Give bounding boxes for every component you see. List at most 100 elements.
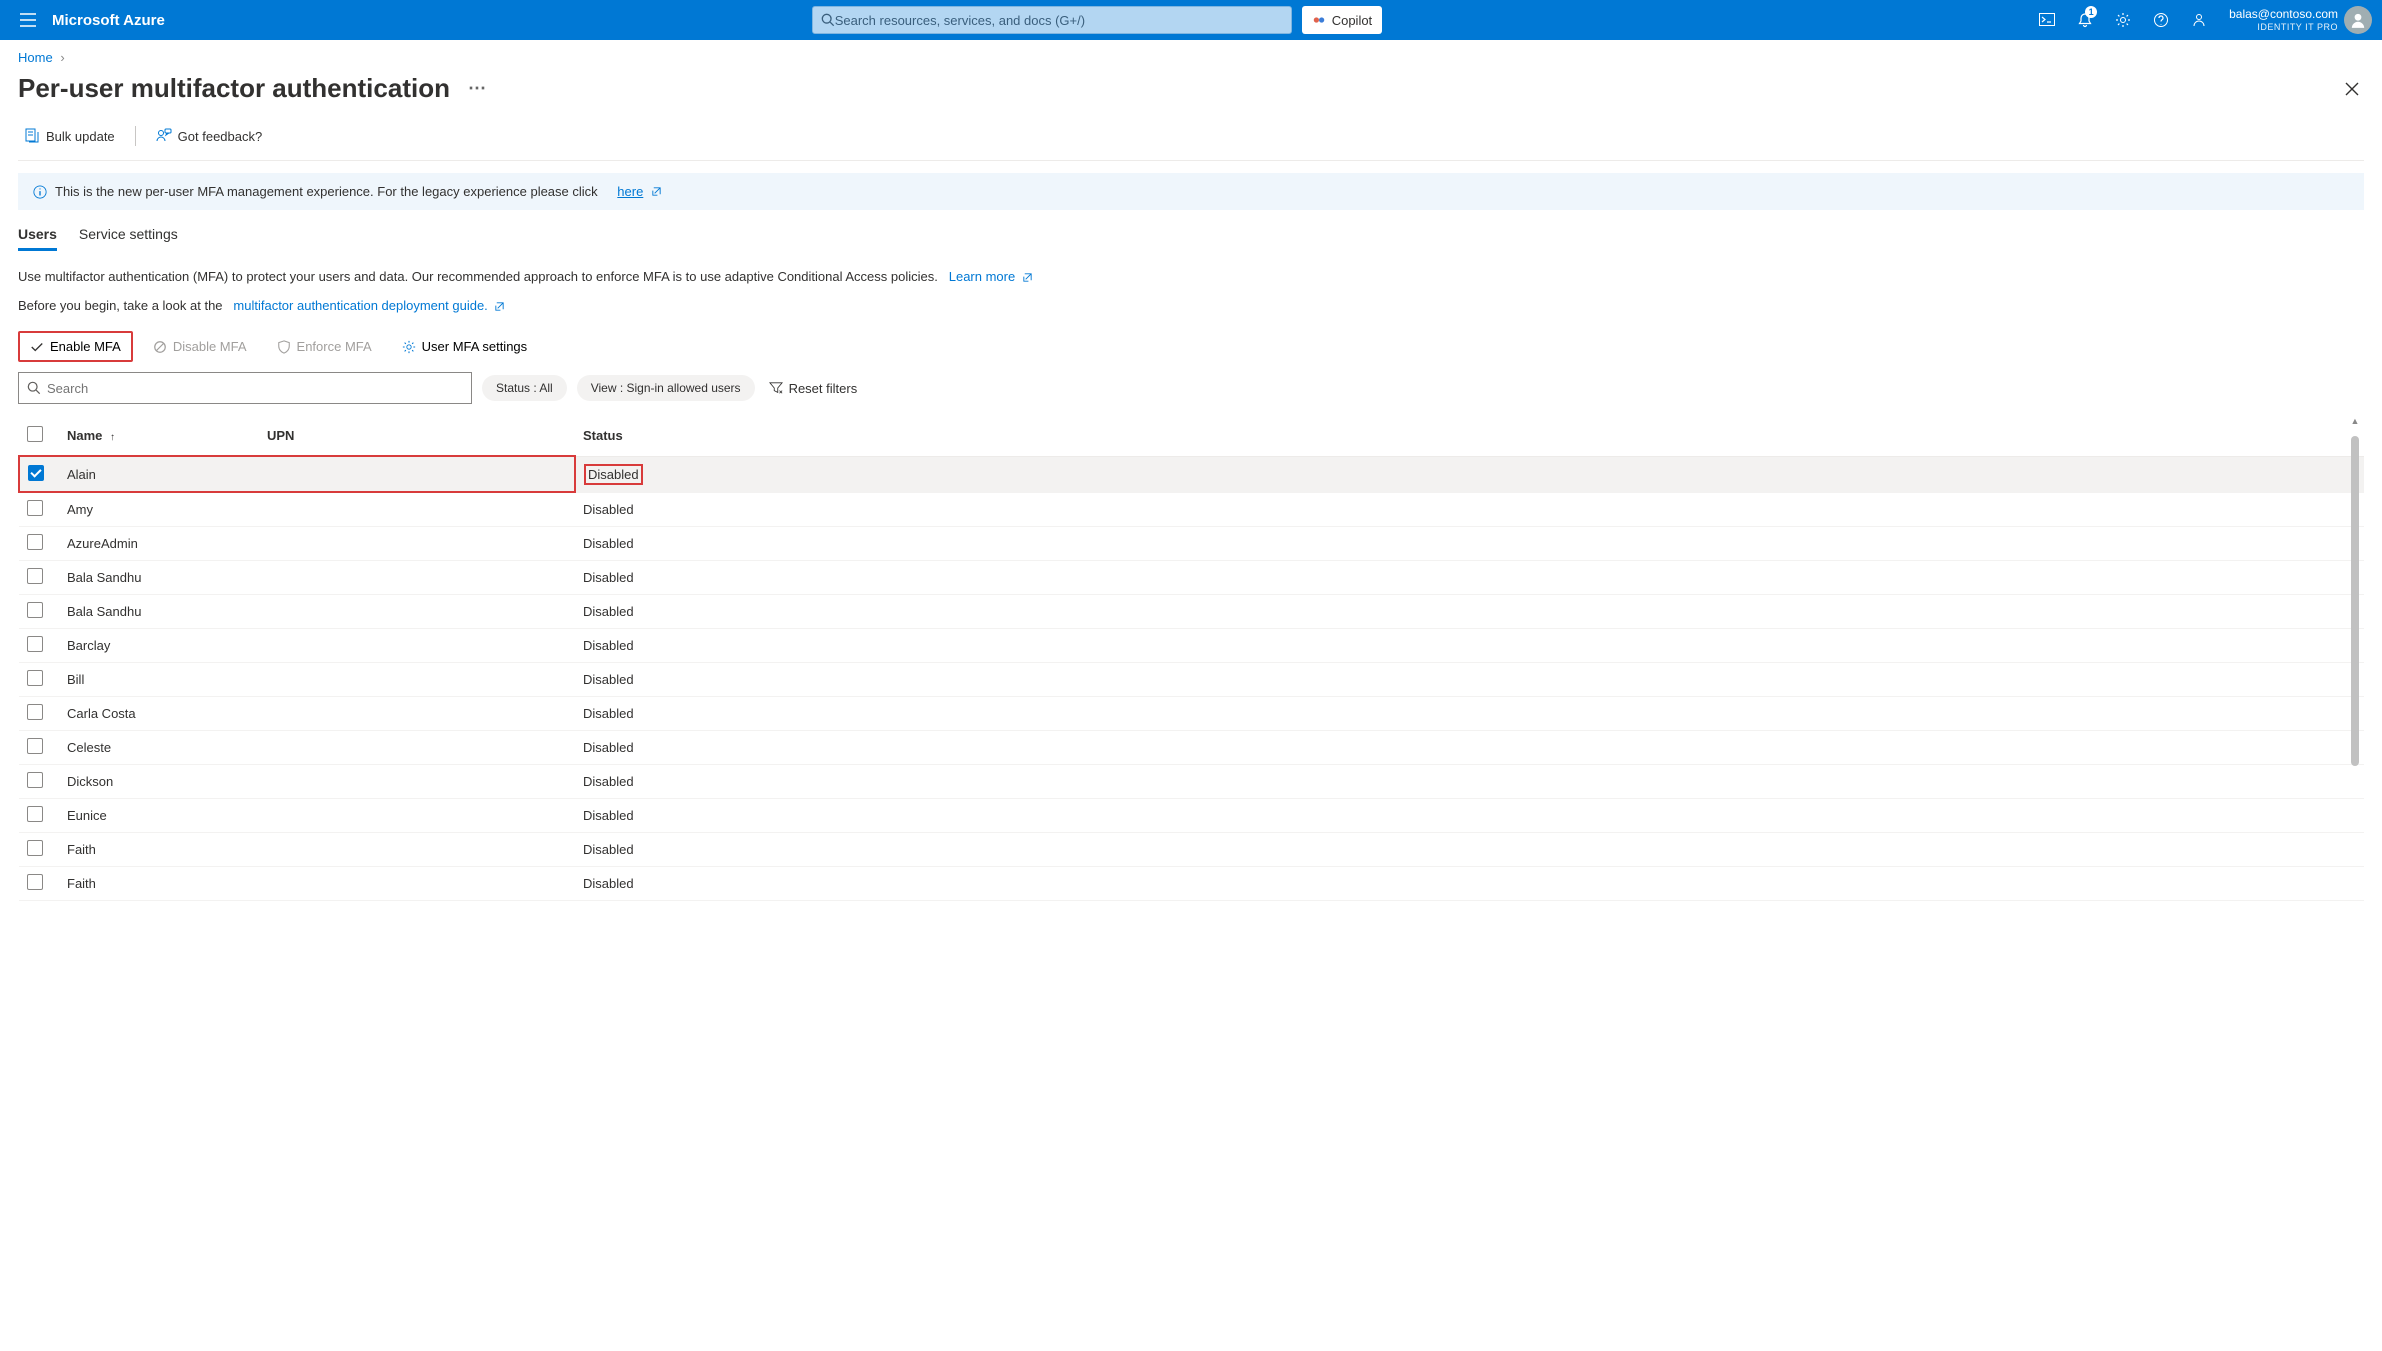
row-checkbox[interactable] bbox=[27, 670, 43, 686]
header-upn[interactable]: UPN bbox=[259, 416, 575, 456]
notifications-icon[interactable]: 1 bbox=[2067, 2, 2103, 38]
external-link-icon bbox=[651, 186, 662, 197]
row-checkbox[interactable] bbox=[27, 806, 43, 822]
row-checkbox[interactable] bbox=[27, 534, 43, 550]
row-name-cell: Faith bbox=[59, 867, 259, 901]
header-status[interactable]: Status bbox=[575, 416, 2364, 456]
reset-filters-button[interactable]: Reset filters bbox=[769, 381, 858, 396]
copilot-label: Copilot bbox=[1332, 13, 1372, 28]
tab-users[interactable]: Users bbox=[18, 220, 57, 251]
table-row[interactable]: BarclayDisabled bbox=[19, 629, 2364, 663]
header-center: Copilot bbox=[165, 6, 2029, 34]
tabs: Users Service settings bbox=[18, 220, 2364, 251]
toolbar-divider bbox=[135, 126, 136, 146]
breadcrumb-home[interactable]: Home bbox=[18, 50, 53, 65]
person-feedback-icon bbox=[156, 128, 172, 144]
row-checkbox[interactable] bbox=[27, 738, 43, 754]
page-title-wrap: Per-user multifactor authentication ⋯ bbox=[18, 73, 486, 104]
row-upn-cell bbox=[259, 492, 575, 527]
global-search[interactable] bbox=[812, 6, 1292, 34]
sort-ascending-icon: ↑ bbox=[110, 432, 115, 443]
banner-link[interactable]: here bbox=[617, 184, 643, 199]
row-name-cell: Carla Costa bbox=[59, 697, 259, 731]
row-name-cell: Faith bbox=[59, 833, 259, 867]
row-checkbox[interactable] bbox=[27, 704, 43, 720]
select-all-checkbox[interactable] bbox=[27, 426, 43, 442]
scroll-thumb[interactable] bbox=[2351, 436, 2359, 766]
bulk-update-button[interactable]: Bulk update bbox=[18, 124, 121, 148]
table-row[interactable]: AzureAdminDisabled bbox=[19, 527, 2364, 561]
row-upn-cell bbox=[259, 867, 575, 901]
row-checkbox[interactable] bbox=[27, 772, 43, 788]
row-name-cell: AzureAdmin bbox=[59, 527, 259, 561]
table-row[interactable]: CelesteDisabled bbox=[19, 731, 2364, 765]
enable-mfa-label: Enable MFA bbox=[50, 339, 121, 354]
row-checkbox-cell bbox=[19, 456, 59, 492]
row-checkbox[interactable] bbox=[27, 568, 43, 584]
row-status-cell: Disabled bbox=[575, 765, 2364, 799]
page-title: Per-user multifactor authentication bbox=[18, 73, 450, 104]
row-checkbox[interactable] bbox=[27, 636, 43, 652]
copilot-button[interactable]: Copilot bbox=[1302, 6, 1382, 34]
row-name-cell: Bala Sandhu bbox=[59, 561, 259, 595]
status-filter-pill[interactable]: Status : All bbox=[482, 375, 567, 401]
row-status-cell: Disabled bbox=[575, 595, 2364, 629]
header-name[interactable]: Name ↑ bbox=[59, 416, 259, 456]
row-checkbox[interactable] bbox=[27, 500, 43, 516]
enable-mfa-button[interactable]: Enable MFA bbox=[18, 331, 133, 362]
row-checkbox[interactable] bbox=[27, 602, 43, 618]
tab-service-settings[interactable]: Service settings bbox=[79, 220, 178, 251]
user-search-input[interactable] bbox=[47, 381, 463, 396]
table-row[interactable]: AlainDisabled bbox=[19, 456, 2364, 492]
row-upn-cell bbox=[259, 561, 575, 595]
help-icon[interactable] bbox=[2143, 2, 2179, 38]
row-checkbox[interactable] bbox=[27, 874, 43, 890]
brand-label[interactable]: Microsoft Azure bbox=[52, 12, 165, 29]
table-row[interactable]: EuniceDisabled bbox=[19, 799, 2364, 833]
feedback-label: Got feedback? bbox=[178, 129, 263, 144]
feedback-icon[interactable] bbox=[2181, 2, 2217, 38]
global-search-input[interactable] bbox=[835, 13, 1283, 28]
table-row[interactable]: FaithDisabled bbox=[19, 833, 2364, 867]
row-checkbox[interactable] bbox=[28, 465, 44, 481]
avatar[interactable] bbox=[2344, 6, 2372, 34]
row-checkbox[interactable] bbox=[27, 840, 43, 856]
deployment-guide-link[interactable]: multifactor authentication deployment gu… bbox=[233, 298, 487, 313]
row-name-cell: Dickson bbox=[59, 765, 259, 799]
table-row[interactable]: Carla CostaDisabled bbox=[19, 697, 2364, 731]
row-upn-cell bbox=[259, 697, 575, 731]
top-header: Microsoft Azure Copilot 1 balas@contoso.… bbox=[0, 0, 2382, 40]
user-mfa-settings-label: User MFA settings bbox=[422, 339, 527, 354]
table-row[interactable]: Dickson Disabled bbox=[19, 765, 2364, 799]
scroll-up-icon[interactable]: ▲ bbox=[2351, 416, 2360, 426]
view-filter-pill[interactable]: View : Sign-in allowed users bbox=[577, 375, 755, 401]
feedback-button[interactable]: Got feedback? bbox=[150, 124, 269, 148]
more-icon[interactable]: ⋯ bbox=[468, 78, 486, 99]
table-row[interactable]: FaithDisabled bbox=[19, 867, 2364, 901]
cloud-shell-icon[interactable] bbox=[2029, 2, 2065, 38]
enforce-mfa-label: Enforce MFA bbox=[297, 339, 372, 354]
table-row[interactable]: Bala SandhuDisabled bbox=[19, 595, 2364, 629]
notification-badge: 1 bbox=[2085, 6, 2097, 18]
user-mfa-settings-button[interactable]: User MFA settings bbox=[392, 333, 537, 360]
table-row[interactable]: AmyDisabled bbox=[19, 492, 2364, 527]
filter-reset-icon bbox=[769, 381, 783, 395]
row-checkbox-cell bbox=[19, 731, 59, 765]
description-2: Before you begin, take a look at the mul… bbox=[18, 298, 2364, 313]
table-row[interactable]: Bala SandhuDisabled bbox=[19, 561, 2364, 595]
row-status-cell: Disabled bbox=[575, 629, 2364, 663]
desc2-text: Before you begin, take a look at the bbox=[18, 298, 223, 313]
settings-icon[interactable] bbox=[2105, 2, 2141, 38]
hamburger-menu-icon[interactable] bbox=[10, 2, 46, 38]
table-row[interactable]: BillDisabled bbox=[19, 663, 2364, 697]
search-icon bbox=[821, 13, 835, 27]
learn-more-link[interactable]: Learn more bbox=[949, 269, 1015, 284]
row-checkbox-cell bbox=[19, 663, 59, 697]
row-checkbox-cell bbox=[19, 697, 59, 731]
close-icon[interactable] bbox=[2340, 77, 2364, 101]
user-search[interactable] bbox=[18, 372, 472, 404]
shield-icon bbox=[277, 340, 291, 354]
account-info[interactable]: balas@contoso.com IDENTITY IT PRO bbox=[2229, 7, 2338, 32]
table-header-row: Name ↑ UPN Status bbox=[19, 416, 2364, 456]
row-status-cell: Disabled bbox=[575, 456, 2364, 492]
